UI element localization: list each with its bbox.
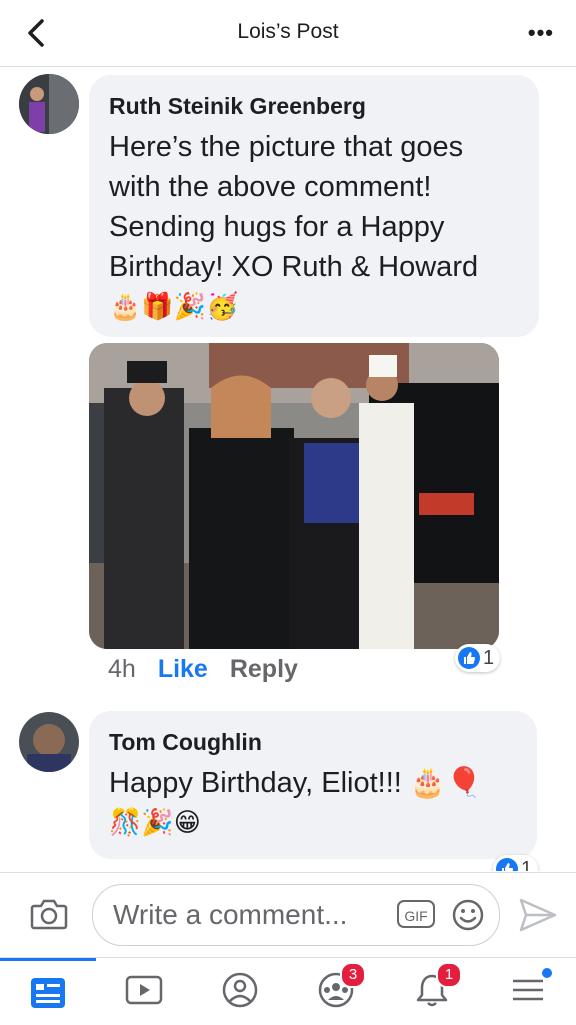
reaction-count: 1 <box>521 857 533 872</box>
comment-text: Happy Birthday, Eliot!!! 🎂🎈 🎊🎉😁 <box>109 763 482 843</box>
like-reaction-icon <box>496 858 518 871</box>
menu-icon <box>513 979 543 1001</box>
comment-actions: 4h Like Reply <box>108 655 298 684</box>
comment-composer: Write a comment... GIF <box>0 872 576 957</box>
comment-author[interactable]: Ruth Steinik Greenberg <box>109 93 366 120</box>
send-icon[interactable] <box>518 897 558 933</box>
groups-badge: 3 <box>340 962 366 988</box>
comments-feed[interactable]: Ruth Steinik Greenberg Here’s the pictur… <box>0 67 576 871</box>
photo-image <box>89 343 499 649</box>
comment-text-line: Happy Birthday, Eliot!!! 🎂🎈 <box>109 767 483 799</box>
comment-text-line: with the above comment! <box>109 171 432 203</box>
comment-text: Here’s the picture that goes with the ab… <box>109 127 478 327</box>
reaction-summary[interactable]: 1 <box>493 855 539 872</box>
tab-news-feed[interactable] <box>0 958 96 1025</box>
notifications-badge: 1 <box>436 962 462 988</box>
tab-watch[interactable] <box>96 958 192 1025</box>
comment-text-line: Birthday! XO Ruth & Howard <box>109 251 479 283</box>
tab-menu[interactable] <box>480 958 576 1025</box>
like-reaction-icon <box>458 647 480 669</box>
avatar-photo <box>19 712 79 772</box>
page-title: Lois’s Post <box>237 20 339 43</box>
comment-author[interactable]: Tom Coughlin <box>109 729 262 756</box>
comment-time: 4h <box>108 655 136 683</box>
camera-icon[interactable] <box>30 898 68 930</box>
comment-text-line: Here’s the picture that goes <box>109 131 464 163</box>
comment-text-line: Sending hugs for a Happy <box>109 211 445 243</box>
comment-input[interactable]: Write a comment... GIF <box>92 884 500 946</box>
menu-dot-indicator <box>542 968 552 978</box>
comment-emojis: 🎂🎁🎉🥳 <box>109 292 239 322</box>
video-icon <box>125 975 163 1005</box>
news-feed-icon <box>31 978 65 1008</box>
profile-icon <box>222 972 258 1008</box>
tab-profile[interactable] <box>192 958 288 1025</box>
avatar-photo <box>19 74 79 134</box>
reply-button[interactable]: Reply <box>230 655 298 683</box>
bottom-tab-bar: 3 1 <box>0 957 576 1025</box>
emoji-icon[interactable] <box>451 898 485 932</box>
avatar[interactable] <box>19 74 79 134</box>
comment-emojis: 🎊🎉😁 <box>109 808 201 838</box>
tab-groups[interactable]: 3 <box>288 958 384 1025</box>
like-button[interactable]: Like <box>158 655 208 683</box>
comment-input-placeholder: Write a comment... <box>113 899 348 930</box>
top-bar: Lois’s Post ••• <box>0 0 576 67</box>
comment-photo[interactable] <box>89 343 499 649</box>
reaction-summary[interactable]: 1 <box>455 644 501 672</box>
comment-bubble[interactable]: Ruth Steinik Greenberg Here’s the pictur… <box>89 75 539 337</box>
reaction-count: 1 <box>483 646 495 669</box>
comment-bubble[interactable]: Tom Coughlin Happy Birthday, Eliot!!! 🎂🎈… <box>89 711 537 859</box>
tab-notifications[interactable]: 1 <box>384 958 480 1025</box>
more-options-icon[interactable]: ••• <box>528 20 554 46</box>
gif-button[interactable]: GIF <box>397 900 435 928</box>
avatar[interactable] <box>19 712 79 772</box>
